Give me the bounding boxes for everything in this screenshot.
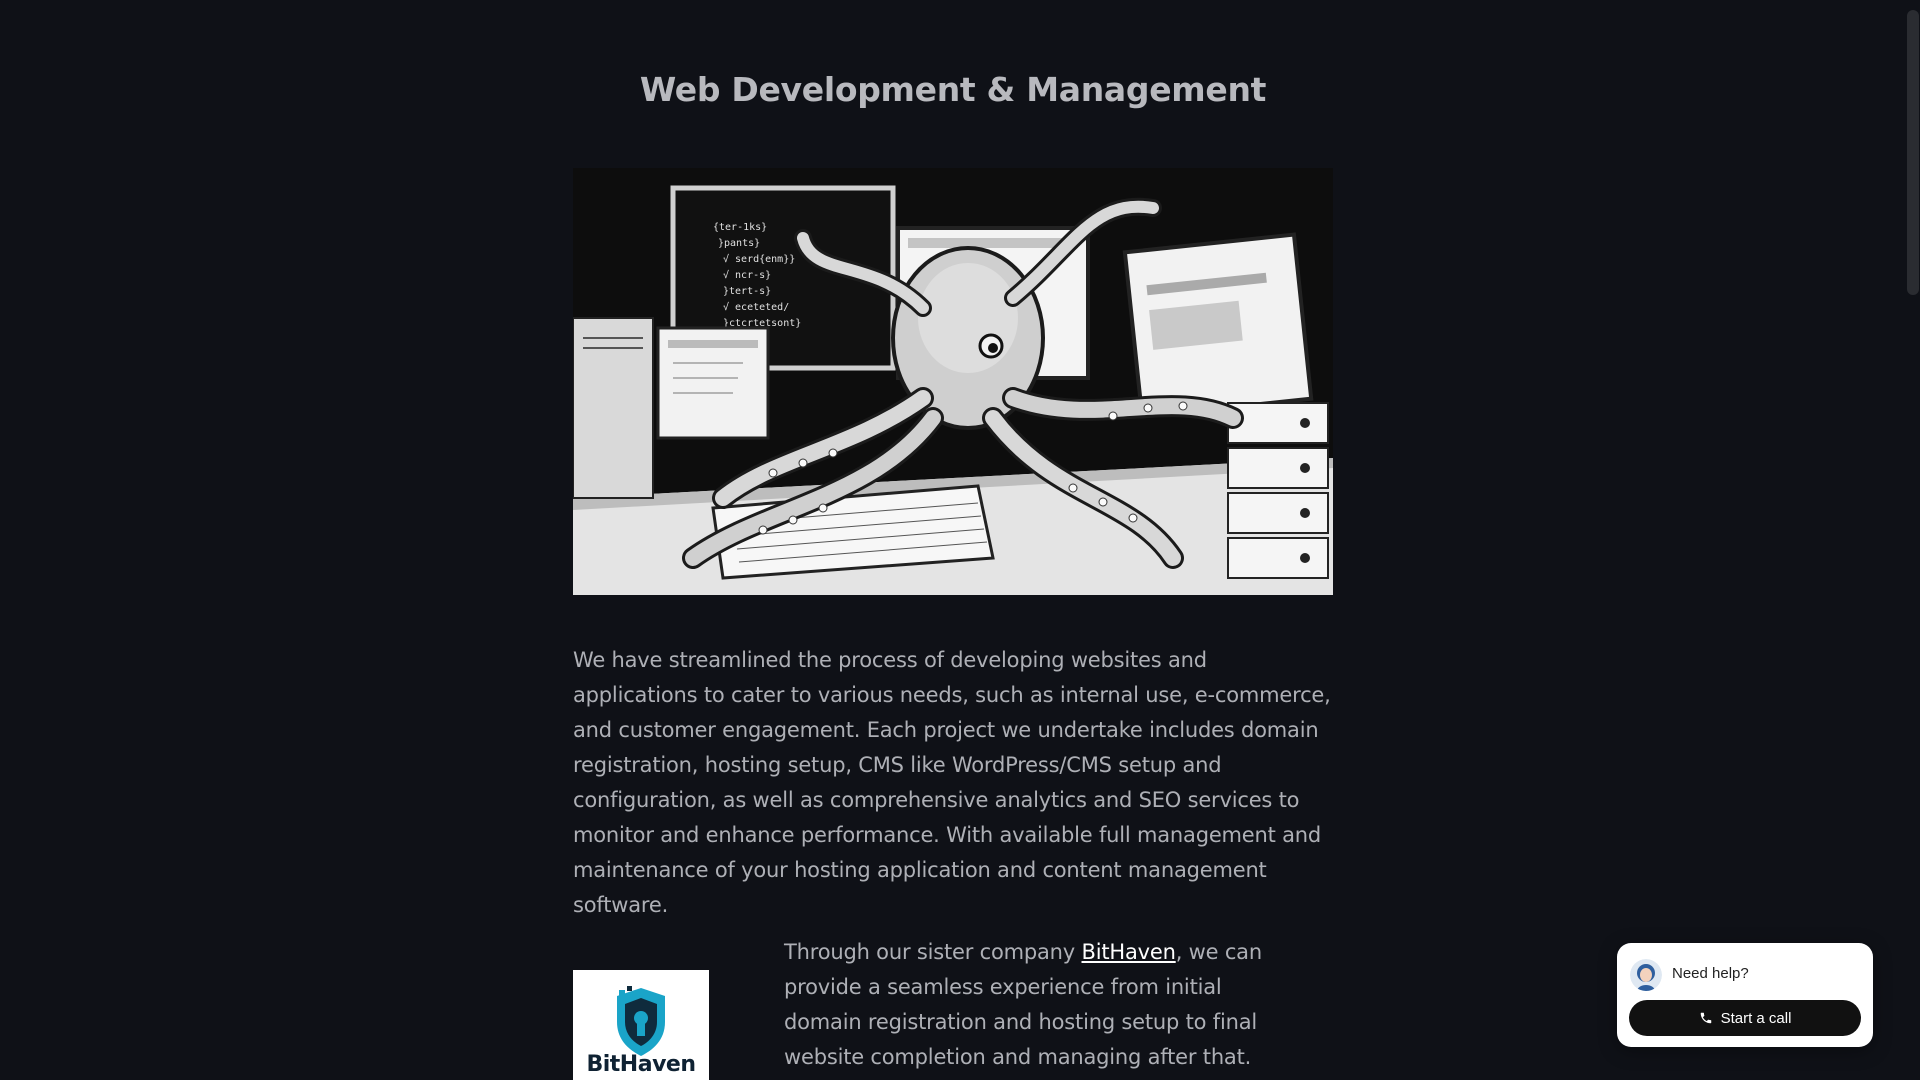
svg-text:√ ncr-s}: √ ncr-s} bbox=[723, 269, 771, 281]
svg-text:√ eceteted/: √ eceteted/ bbox=[723, 301, 789, 313]
phone-icon bbox=[1699, 1011, 1713, 1025]
help-widget: Need help? Start a call bbox=[1617, 943, 1873, 1047]
help-prompt: Need help? bbox=[1672, 965, 1749, 982]
scrollbar-thumb[interactable] bbox=[1907, 10, 1919, 295]
svg-text:}pants}: }pants} bbox=[718, 238, 760, 249]
page: Web Development & Management {ter-1ks} }… bbox=[0, 0, 1920, 1080]
bithaven-link[interactable]: BitHaven bbox=[1082, 940, 1176, 964]
intro-paragraph: We have streamlined the process of devel… bbox=[573, 648, 1331, 917]
hero-illustration: {ter-1ks} }pants} √ serd{enm}} √ ncr-s} … bbox=[573, 168, 1333, 595]
start-call-button[interactable]: Start a call bbox=[1629, 1000, 1861, 1036]
svg-text:√ serd{enm}}: √ serd{enm}} bbox=[723, 253, 795, 265]
svg-text:{ter-1ks}: {ter-1ks} bbox=[713, 222, 767, 233]
start-call-label: Start a call bbox=[1720, 1009, 1792, 1027]
page-title: Web Development & Management bbox=[639, 70, 1267, 109]
scrollbar[interactable] bbox=[1906, 0, 1920, 1080]
sister-company-paragraph: Through our sister company BitHaven, we … bbox=[784, 935, 1264, 1075]
sister-prefix-text: Through our sister company bbox=[784, 940, 1082, 964]
logo-wordmark: BitHaven bbox=[586, 1052, 696, 1077]
avatar bbox=[1630, 959, 1662, 991]
main-content: Web Development & Management {ter-1ks} }… bbox=[573, 0, 1333, 1080]
svg-text:}tert-s}: }tert-s} bbox=[723, 286, 771, 297]
bithaven-logo[interactable]: BitHaven bbox=[573, 970, 709, 1080]
